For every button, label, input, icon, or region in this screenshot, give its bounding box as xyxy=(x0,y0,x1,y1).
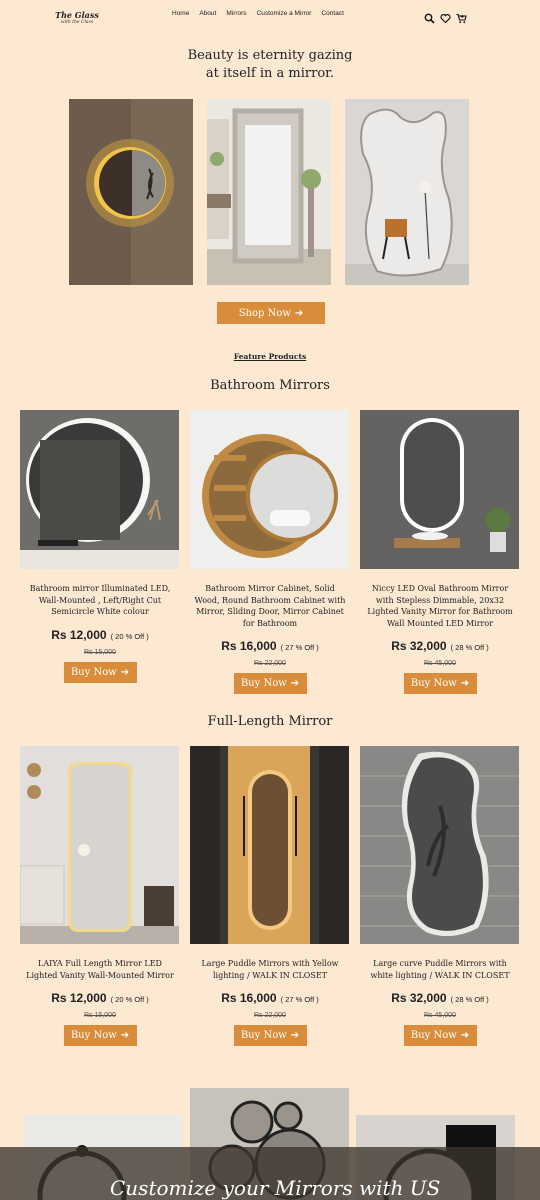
shop-now-button[interactable]: Shop Now ➔ xyxy=(217,302,325,324)
product-name: Bathroom Mirror Cabinet, Solid Wood, Rou… xyxy=(194,584,346,628)
nav-mirrors[interactable]: Mirrors xyxy=(226,10,246,17)
arrow-right-icon: ➔ xyxy=(290,678,300,689)
product-old-price: Rs 15,000 xyxy=(84,1012,116,1019)
site-header: The Glass with the Class Home About Mirr… xyxy=(0,0,540,34)
product-image[interactable] xyxy=(20,410,179,569)
buy-now-button[interactable]: Buy Now ➔ xyxy=(63,661,137,683)
customize-heading[interactable]: Customize your Mirrors with US xyxy=(110,1176,440,1200)
product-image[interactable] xyxy=(360,746,519,944)
nav-customize[interactable]: Customize a Mirror xyxy=(257,10,312,17)
nav-about[interactable]: About xyxy=(199,10,216,17)
product-card: Large curve Puddle Mirrors with white li… xyxy=(360,746,520,1046)
product-card: Niccy LED Oval Bathroom Mirror with Step… xyxy=(360,410,520,694)
product-name: Large curve Puddle Mirrors with white li… xyxy=(370,959,510,980)
product-card: LAIYA Full Length Mirror LED Lighted Van… xyxy=(20,746,180,1046)
product-image[interactable] xyxy=(190,410,349,569)
product-price: Rs 12,000( 20 % Off ) xyxy=(51,627,149,642)
nav-contact[interactable]: Contact xyxy=(321,10,343,17)
product-name: Bathroom mirror Illuminated LED, Wall-Mo… xyxy=(29,584,171,616)
buy-now-button[interactable]: Buy Now ➔ xyxy=(233,673,307,694)
hero-image-ornate-mirror xyxy=(207,99,331,285)
product-name: Niccy LED Oval Bathroom Mirror with Step… xyxy=(367,584,513,628)
product-old-price: Rs 45,000 xyxy=(424,660,456,667)
hero-image-round-led-mirror xyxy=(69,99,193,285)
cart-icon[interactable] xyxy=(456,9,467,24)
section-title-bathroom: Bathroom Mirrors xyxy=(210,378,330,393)
section-title-full-length: Full-Length Mirror xyxy=(207,714,333,729)
search-icon[interactable] xyxy=(424,9,435,24)
product-name: LAIYA Full Length Mirror LED Lighted Van… xyxy=(26,959,174,980)
logo-title: The Glass xyxy=(55,10,99,20)
hero-image-wavy-mirror xyxy=(345,99,469,285)
arrow-right-icon: ➔ xyxy=(120,1030,130,1041)
product-price: Rs 32,000( 28 % Off ) xyxy=(391,991,489,1005)
logo-tagline: with the Class xyxy=(60,20,94,25)
product-image[interactable] xyxy=(20,746,179,944)
product-card: Bathroom Mirror Cabinet, Solid Wood, Rou… xyxy=(190,410,350,694)
main-nav: Home About Mirrors Customize a Mirror Co… xyxy=(172,10,344,17)
buy-now-button[interactable]: Buy Now ➔ xyxy=(63,1025,137,1046)
product-price: Rs 16,000( 27 % Off ) xyxy=(221,991,319,1005)
product-price: Rs 32,000( 28 % Off ) xyxy=(391,639,489,653)
nav-home[interactable]: Home xyxy=(172,10,189,17)
heart-icon[interactable] xyxy=(440,9,451,24)
product-price: Rs 16,000( 27 % Off ) xyxy=(221,639,319,653)
feature-products-link[interactable]: Feature Products xyxy=(0,352,540,361)
product-old-price: Rs 15,000 xyxy=(84,648,116,656)
arrow-right-icon: ➔ xyxy=(294,307,304,319)
arrow-right-icon: ➔ xyxy=(290,1030,300,1041)
arrow-right-icon: ➔ xyxy=(120,666,130,678)
logo[interactable]: The Glass with the Class xyxy=(55,11,99,26)
buy-now-button[interactable]: Buy Now ➔ xyxy=(403,1025,477,1046)
product-old-price: Rs 22,000 xyxy=(254,1012,286,1019)
product-name: Large Puddle Mirrors with Yellow lightin… xyxy=(201,959,339,980)
product-price: Rs 12,000( 20 % Off ) xyxy=(51,991,149,1005)
buy-now-button[interactable]: Buy Now ➔ xyxy=(233,1025,307,1046)
buy-now-button[interactable]: Buy Now ➔ xyxy=(403,673,477,694)
arrow-right-icon: ➔ xyxy=(460,1030,470,1041)
arrow-right-icon: ➔ xyxy=(460,678,470,689)
hero-title: Beauty is eternity gazing at itself in a… xyxy=(187,48,353,81)
product-card: Large Puddle Mirrors with Yellow lightin… xyxy=(190,746,350,1046)
product-card: Bathroom mirror Illuminated LED, Wall-Mo… xyxy=(20,410,180,683)
product-image[interactable] xyxy=(360,410,519,569)
product-image[interactable] xyxy=(190,746,349,944)
product-old-price: Rs 45,000 xyxy=(424,1012,456,1019)
product-old-price: Rs 22,000 xyxy=(254,660,286,667)
